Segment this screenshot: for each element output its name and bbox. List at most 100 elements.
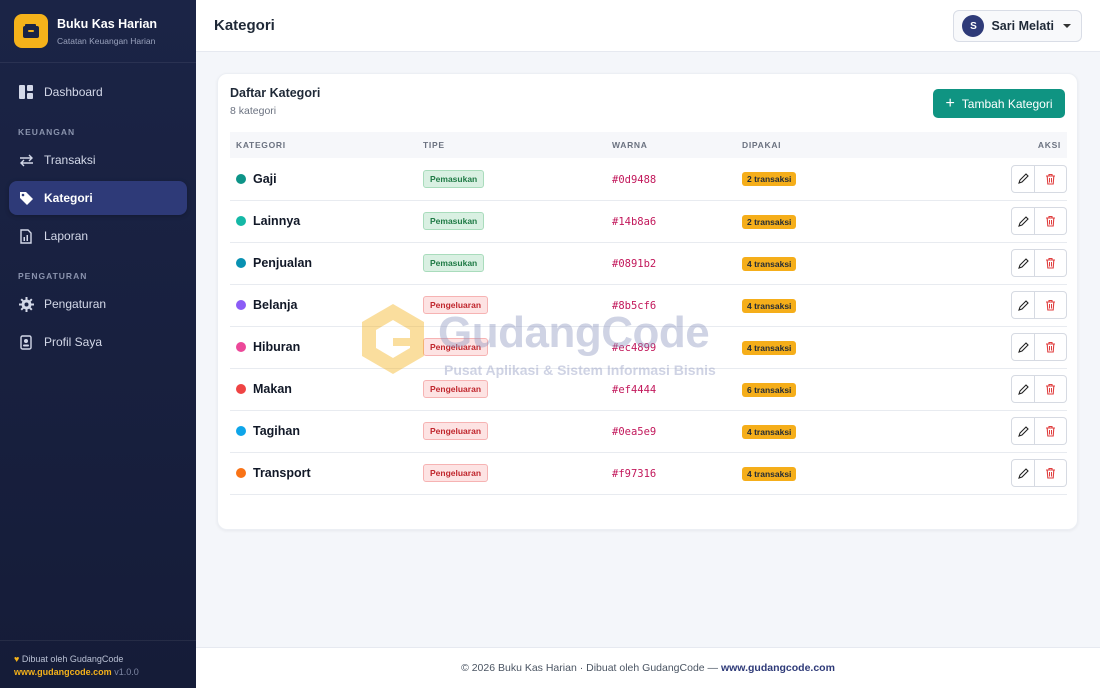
pencil-icon <box>1017 299 1029 311</box>
version-text: v1.0.0 <box>114 667 139 677</box>
dashboard-icon <box>18 84 34 100</box>
footer-link[interactable]: www.gudangcode.com <box>721 662 835 674</box>
table-row: Transport Pengeluaran #f97316 4 transaksi <box>230 452 1067 494</box>
delete-button[interactable] <box>1035 291 1067 319</box>
pencil-icon <box>1017 173 1029 185</box>
category-name: Makan <box>253 382 292 396</box>
type-cell: Pemasukan <box>423 242 612 284</box>
sidebar-item-transaksi[interactable]: Transaksi <box>9 143 187 177</box>
sidebar-item-dashboard[interactable]: Dashboard <box>9 75 187 109</box>
profile-icon <box>18 334 34 350</box>
delete-button[interactable] <box>1035 249 1067 277</box>
trash-icon <box>1046 425 1055 437</box>
pencil-icon <box>1017 383 1029 395</box>
sidebar-item-profil[interactable]: Profil Saya <box>9 325 187 359</box>
action-cell <box>942 368 1067 410</box>
trash-icon <box>1046 341 1055 353</box>
category-count: 8 kategori <box>230 105 277 117</box>
category-name: Lainnya <box>253 214 301 228</box>
color-hex: #ef4444 <box>612 384 657 396</box>
sidebar-item-label: Transaksi <box>44 153 96 167</box>
action-cell <box>942 200 1067 242</box>
category-name: Gaji <box>253 171 277 186</box>
delete-button[interactable] <box>1035 333 1067 361</box>
brand-subtitle: Catatan Keuangan Harian <box>57 35 156 46</box>
user-menu-button[interactable]: S Sari Melati <box>953 10 1082 42</box>
color-dot <box>236 384 246 394</box>
color-cell: #f97316 <box>612 452 742 494</box>
footer-text: © 2026 Buku Kas Harian · Dibuat oleh Gud… <box>461 662 719 674</box>
pencil-icon <box>1017 467 1029 479</box>
trash-icon <box>1046 299 1055 311</box>
sidebar-item-pengaturan[interactable]: Pengaturan <box>9 287 187 321</box>
sidebar-item-laporan[interactable]: Laporan <box>9 219 187 253</box>
category-name: Hiburan <box>253 340 301 354</box>
table-row: Hiburan Pengeluaran #ec4899 4 transaksi <box>230 326 1067 368</box>
delete-button[interactable] <box>1035 459 1067 487</box>
sidebar-nav: Dashboard KEUANGAN Transaksi Kategori La… <box>0 63 196 359</box>
usage-cell: 4 transaksi <box>742 284 942 326</box>
category-table: KATEGORI TIPE WARNA DIPAKAI AKSI Gaji Pem… <box>230 132 1067 495</box>
delete-button[interactable] <box>1035 207 1067 235</box>
add-category-label: Tambah Kategori <box>961 96 1053 111</box>
color-dot <box>236 300 246 310</box>
delete-button[interactable] <box>1035 164 1067 193</box>
usage-cell: 4 transaksi <box>742 242 942 284</box>
category-cell: Lainnya <box>230 200 423 242</box>
trash-icon <box>1046 215 1055 227</box>
delete-button[interactable] <box>1035 375 1067 403</box>
sidebar-item-label: Profil Saya <box>44 335 103 349</box>
action-cell <box>942 158 1067 200</box>
card-title: Daftar Kategori <box>230 86 321 100</box>
color-dot <box>236 258 246 268</box>
sidebar-footer-link[interactable]: www.gudangcode.com <box>14 667 112 677</box>
usage-cell: 2 transaksi <box>742 200 942 242</box>
table-row: Lainnya Pemasukan #14b8a6 2 transaksi <box>230 200 1067 242</box>
chevron-down-icon <box>1063 24 1071 28</box>
edit-button[interactable] <box>1011 459 1035 487</box>
sidebar-item-kategori[interactable]: Kategori <box>9 181 187 215</box>
column-header: AKSI <box>1037 140 1061 150</box>
gear-icon <box>18 296 34 312</box>
usage-badge: 4 transaksi <box>742 298 797 313</box>
sidebar-item-label: Dashboard <box>44 85 103 99</box>
edit-button[interactable] <box>1011 164 1035 193</box>
edit-button[interactable] <box>1011 375 1035 403</box>
type-cell: Pemasukan <box>423 200 612 242</box>
table-row: Tagihan Pengeluaran #0ea5e9 4 transaksi <box>230 410 1067 452</box>
column-header: DIPAKAI <box>742 140 782 150</box>
plus-icon: + <box>945 94 955 112</box>
type-cell: Pengeluaran <box>423 452 612 494</box>
edit-button[interactable] <box>1011 291 1035 319</box>
edit-button[interactable] <box>1011 417 1035 445</box>
color-dot <box>236 426 246 436</box>
edit-button[interactable] <box>1011 207 1035 235</box>
usage-cell: 2 transaksi <box>742 158 942 200</box>
edit-button[interactable] <box>1011 249 1035 277</box>
action-cell <box>942 326 1067 368</box>
usage-cell: 6 transaksi <box>742 368 942 410</box>
table-header: KATEGORI TIPE WARNA DIPAKAI AKSI <box>230 132 1067 158</box>
delete-button[interactable] <box>1035 417 1067 445</box>
color-cell: #0d9488 <box>612 158 742 200</box>
color-hex: #8b5cf6 <box>612 300 657 312</box>
color-cell: #ef4444 <box>612 368 742 410</box>
type-badge: Pemasukan <box>423 212 485 230</box>
type-badge: Pengeluaran <box>423 464 489 482</box>
edit-button[interactable] <box>1011 333 1035 361</box>
type-cell: Pemasukan <box>423 158 612 200</box>
usage-cell: 4 transaksi <box>742 410 942 452</box>
arrows-swap-icon <box>18 152 34 168</box>
color-dot <box>236 173 246 184</box>
category-cell: Belanja <box>230 284 423 326</box>
usage-badge: 4 transaksi <box>742 340 797 355</box>
section-pengaturan: PENGATURAN <box>18 271 88 281</box>
made-by-text: Dibuat oleh GudangCode <box>21 654 124 664</box>
brand-title: Buku Kas Harian <box>57 16 158 31</box>
add-category-button[interactable]: + Tambah Kategori <box>933 89 1065 118</box>
usage-badge: 4 transaksi <box>742 466 797 481</box>
color-dot <box>236 468 246 478</box>
table-row: Belanja Pengeluaran #8b5cf6 4 transaksi <box>230 284 1067 326</box>
table-row: Gaji Pemasukan #0d9488 2 transaksi <box>230 158 1067 200</box>
type-badge: Pengeluaran <box>423 422 489 440</box>
